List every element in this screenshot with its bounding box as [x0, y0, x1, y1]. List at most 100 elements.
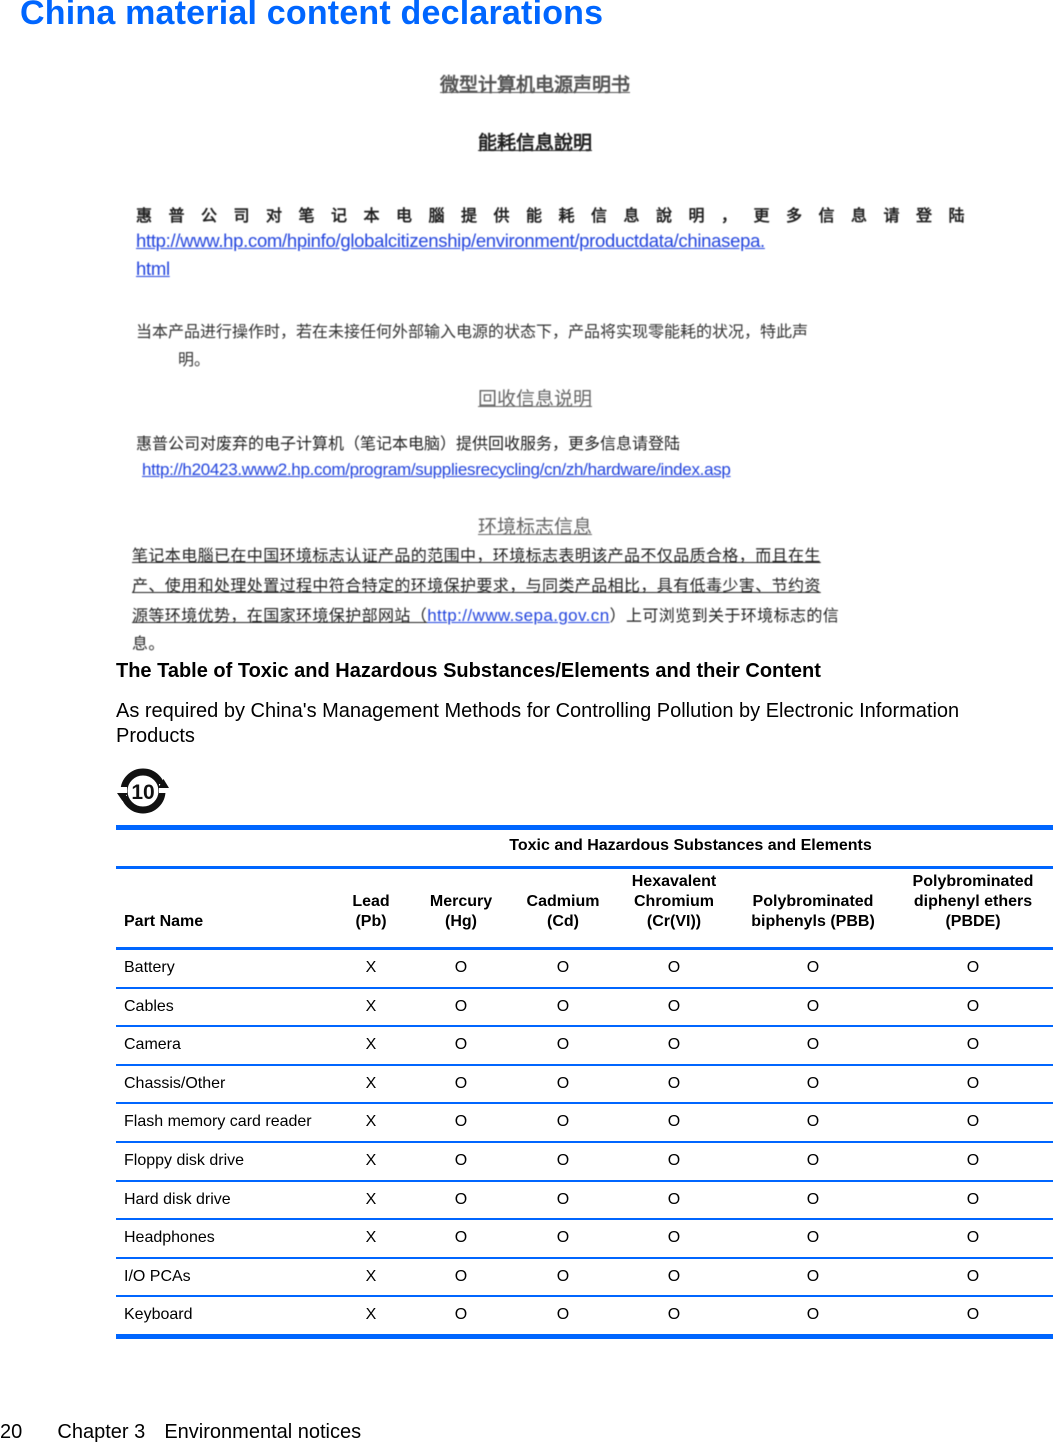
page-title: China material content declarations: [20, 0, 604, 32]
row-divider: [116, 1295, 1053, 1298]
column-header-line: Part Name: [124, 913, 204, 930]
efup-period-label: 10: [131, 781, 154, 804]
column-header-pbde: Polybrominated diphenyl ethers (PBDE): [893, 872, 1053, 932]
substance-value-cell: O: [966, 1190, 980, 1208]
column-header-line: (PBDE): [945, 913, 1001, 930]
row-divider: [116, 1218, 1053, 1221]
sepa-link[interactable]: http://www.sepa.gov.cn: [427, 606, 609, 625]
table-rule: [116, 947, 1053, 950]
substance-value-cell: X: [365, 959, 377, 976]
substance-value-cell: O: [667, 959, 681, 976]
substance-value-cell: X: [365, 1152, 377, 1169]
column-header-line: Hexavalent: [631, 873, 717, 890]
substance-value-cell: O: [454, 1306, 468, 1324]
china-energy-notice-image: 微型计算机电源声明书 能耗信息說明 惠普公司对笔记本电腦提供能耗信息說明，更多信…: [130, 62, 965, 653]
substance-value-cell: X: [365, 1113, 377, 1131]
substance-value-cell: X: [365, 1190, 377, 1208]
substance-value-cell: O: [966, 1152, 980, 1169]
substance-value-cell: O: [454, 1036, 468, 1054]
substance-value-cell: O: [556, 1152, 570, 1169]
part-name-cell: Flash memory card reader: [124, 1113, 312, 1131]
substance-value-cell: O: [667, 997, 681, 1015]
notice-heading-energy-info: 能耗信息說明: [477, 132, 592, 154]
substance-value-cell: O: [667, 1306, 681, 1324]
substance-value-cell: O: [806, 1113, 820, 1131]
substance-value-cell: X: [365, 1036, 377, 1054]
substance-value-cell: O: [454, 997, 468, 1015]
substance-value-cell: O: [966, 1306, 980, 1324]
substance-value-cell: O: [966, 1074, 980, 1092]
row-divider: [116, 1063, 1053, 1066]
zero-power-statement: 当本产品进行操作时，若在未接任何外部输入电源的状态下，产品将实现零能耗的状况，特…: [136, 322, 809, 341]
section-heading: The Table of Toxic and Hazardous Substan…: [116, 660, 821, 682]
substance-value-cell: O: [556, 1113, 570, 1131]
substance-value-cell: O: [806, 959, 820, 976]
substance-value-cell: X: [365, 997, 377, 1015]
notice-heading-recycling: 回收信息说明: [477, 388, 592, 410]
substance-value-cell: O: [806, 1152, 820, 1169]
substance-value-cell: O: [667, 1074, 681, 1092]
part-name-cell: Keyboard: [124, 1306, 193, 1324]
substance-value-cell: O: [454, 1190, 468, 1208]
column-header-pbb: Polybrominated biphenyls (PBB): [733, 892, 893, 932]
table-bottom-rule: [116, 1334, 1053, 1339]
ecolabel-text: 源等环境优势，在国家环境保护部网站（: [132, 606, 428, 625]
substance-value-cell: O: [667, 1229, 681, 1247]
substance-value-cell: O: [966, 1036, 980, 1054]
substance-value-cell: O: [966, 997, 980, 1015]
row-divider: [116, 1256, 1053, 1259]
column-header-line: biphenyls (PBB): [751, 913, 875, 930]
substance-value-cell: O: [806, 1074, 820, 1092]
column-header-cr: Hexavalent Chromium (Cr(VI)): [594, 872, 754, 932]
energy-info-paragraph: 惠普公司对笔记本电腦提供能耗信息說明，更多信息请登陆: [136, 206, 982, 225]
substance-value-cell: O: [667, 1036, 681, 1054]
notice-heading-ecolabel: 环境标志信息: [477, 516, 592, 538]
column-header-line: Polybrominated: [912, 873, 1034, 890]
chapter-label: Chapter 3: [57, 1421, 146, 1443]
substance-value-cell: O: [806, 1036, 820, 1054]
row-divider: [116, 1025, 1053, 1028]
page-number: 20: [0, 1421, 23, 1443]
substance-value-cell: X: [365, 1074, 377, 1092]
part-name-cell: Hard disk drive: [124, 1190, 231, 1208]
part-name-cell: Floppy disk drive: [124, 1152, 245, 1169]
substance-value-cell: O: [667, 1113, 681, 1131]
substance-value-cell: O: [556, 1036, 570, 1054]
table-top-rule: [116, 825, 1053, 830]
ecolabel-paragraph-line: 笔记本电腦已在中国环境标志认证产品的范围中，环境标志表明该产品不仅品质合格，而且…: [132, 546, 821, 565]
efup-10-icon: 10: [116, 766, 171, 816]
group-header: Toxic and Hazardous Substances and Eleme…: [509, 837, 872, 854]
row-divider: [116, 1102, 1053, 1105]
substance-value-cell: O: [806, 1267, 820, 1285]
notice-heading-power-statement: 微型计算机电源声明书: [439, 74, 630, 96]
substance-value-cell: O: [966, 1267, 980, 1285]
substance-value-cell: O: [454, 1229, 468, 1247]
substance-value-cell: O: [806, 1190, 820, 1208]
column-header-line: (Cr(VI)): [646, 913, 702, 930]
substance-value-cell: O: [806, 997, 820, 1015]
substance-value-cell: O: [454, 1113, 468, 1131]
energy-info-link-continued[interactable]: html: [136, 258, 170, 280]
part-name-cell: Camera: [124, 1036, 181, 1054]
page-footer: 20 Chapter 3 Environmental notices: [0, 1421, 361, 1444]
substance-value-cell: O: [966, 959, 980, 976]
chapter-title: Environmental notices: [164, 1421, 362, 1443]
substance-value-cell: O: [556, 959, 570, 976]
substance-value-cell: X: [365, 1306, 377, 1324]
ecolabel-paragraph-line: 息。: [132, 634, 165, 653]
recycling-paragraph: 惠普公司对废弃的电子计算机（笔记本电脑）提供回收服务，更多信息请登陆: [136, 434, 681, 453]
energy-info-link[interactable]: http://www.hp.com/hpinfo/globalcitizensh…: [136, 230, 765, 252]
substance-value-cell: O: [556, 1229, 570, 1247]
part-name-cell: I/O PCAs: [124, 1267, 191, 1285]
column-header-line: diphenyl ethers: [913, 893, 1033, 910]
part-name-cell: Cables: [124, 997, 174, 1015]
recycling-link[interactable]: http://h20423.www2.hp.com/program/suppli…: [142, 460, 731, 480]
substance-value-cell: O: [556, 1306, 570, 1324]
substance-value-cell: O: [667, 1190, 681, 1208]
zero-power-statement-continued: 明。: [178, 350, 211, 369]
substance-value-cell: O: [454, 1152, 468, 1169]
table-rule: [116, 866, 1053, 869]
substance-value-cell: O: [806, 1229, 820, 1247]
substance-value-cell: O: [966, 1113, 980, 1131]
column-header-line: Polybrominated: [752, 893, 874, 910]
